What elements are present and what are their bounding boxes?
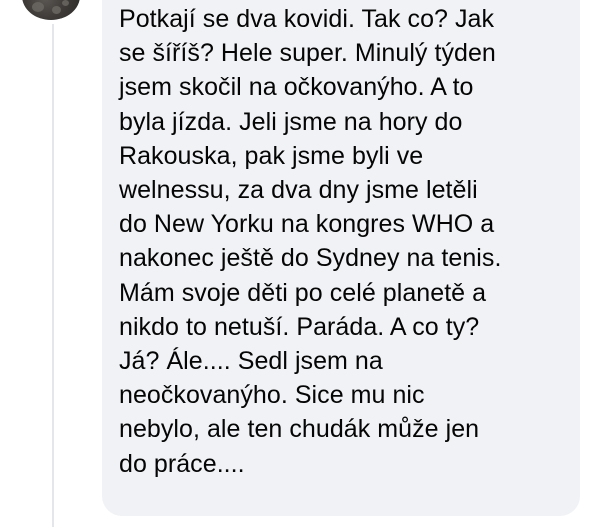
comment-line: byla jízda. Jeli jsme na hory do [119,107,463,136]
comment-line: Mám svoje děti po celé planetě a [119,278,487,307]
comment-line: jsem skočil na očkovanýho. A to [119,73,474,102]
comment-line: Potkají se dva kovidi. Tak co? Jak [119,5,495,33]
comment-line: welnessu, za dva dny jsme letěli [119,176,478,205]
comment-line: nakonec ještě do Sydney na tenis. [119,244,502,273]
comment-line: nikdo to netuší. Paráda. A co ty? [119,312,480,341]
comment-line: do New Yorku na kongres WHO a [119,210,495,239]
comment-line: do práce.... [119,449,245,478]
avatar-image-detail [62,0,69,6]
comment-line: neočkovanýho. Sice mu nic [119,381,425,410]
avatar-image-detail [52,6,61,14]
comment-bubble: Potkají se dva kovidi. Tak co? Jak se ší… [102,0,580,516]
commenter-avatar[interactable] [22,0,80,20]
comment-line: Rakouska, pak jsme byli ve [119,141,424,170]
comment-text: Potkají se dva kovidi. Tak co? Jak se ší… [119,2,580,481]
comment-line: Já? Ále.... Sedl jsem na [119,347,383,376]
avatar-image-detail [32,2,44,12]
comment-line: se šíříš? Hele super. Minulý týden [119,39,496,68]
comment-line: nebylo, ale ten chudák může jen [119,415,480,444]
comment-thread-line [52,24,54,527]
